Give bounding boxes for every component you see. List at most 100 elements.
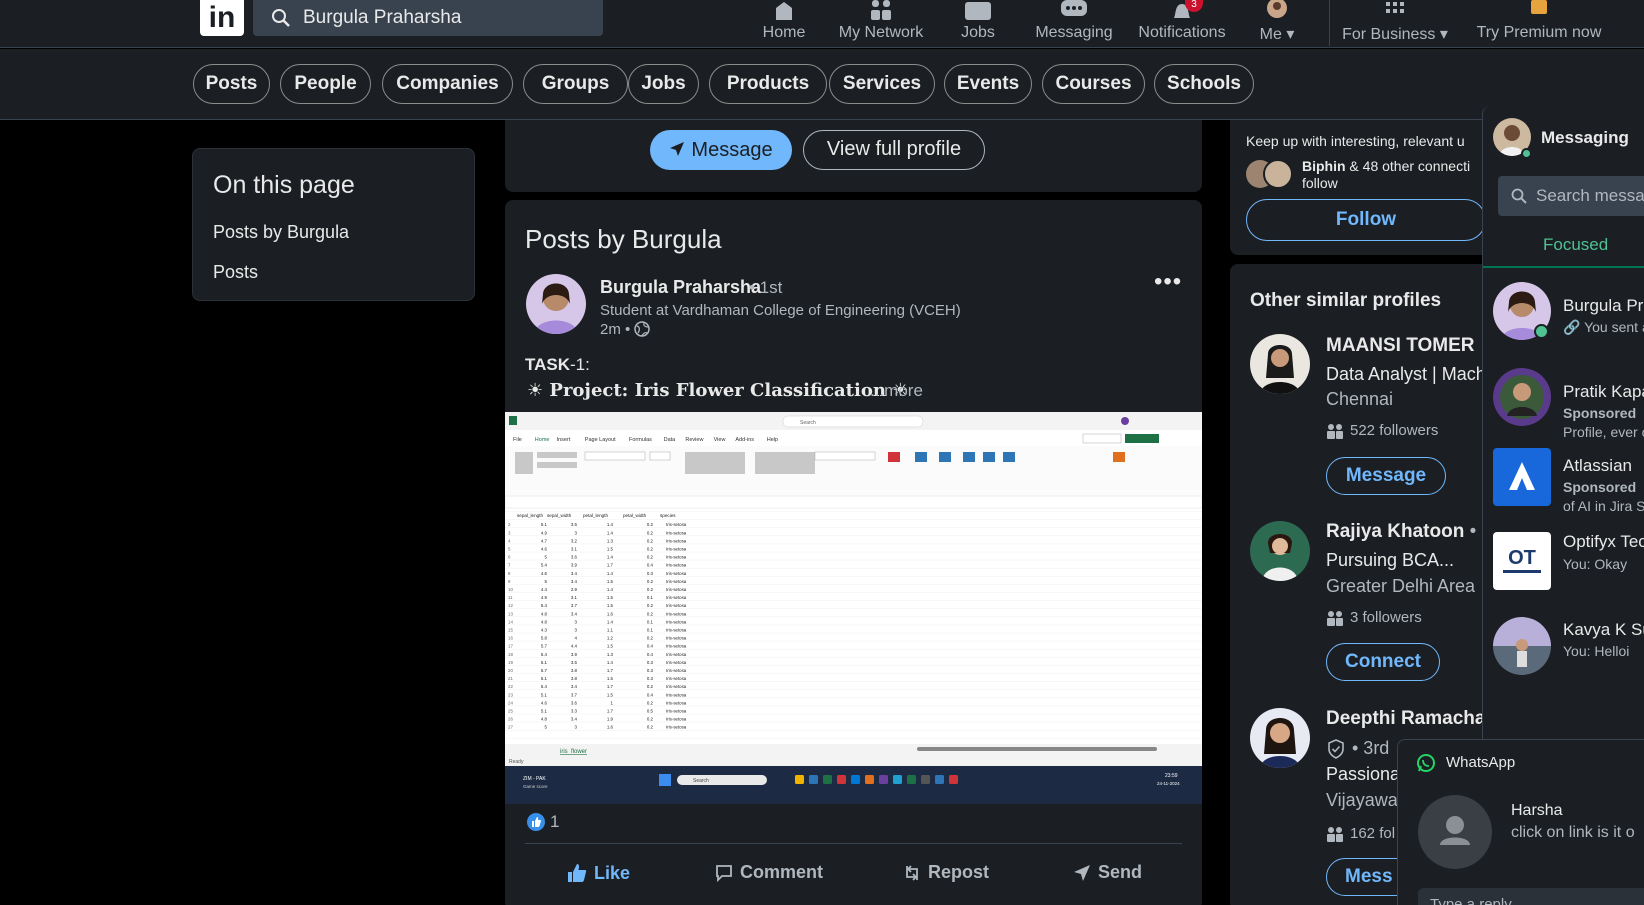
on-this-page-card: On this page Posts by Burgula Posts [192, 148, 475, 301]
sheet-cell: 0.2 [647, 684, 654, 689]
filter-posts[interactable]: Posts [193, 64, 270, 104]
on-this-page-title: On this page [213, 171, 355, 199]
sheet-cell: 0.1 [647, 619, 654, 624]
whatsapp-notification[interactable]: WhatsApp Harsha click on link is it o Ty… [1397, 739, 1644, 905]
nav-me[interactable]: Me ▾ [1254, 0, 1300, 46]
sheet-cell: 5 [545, 579, 548, 584]
global-search[interactable]: Burgula Praharsha [253, 0, 603, 36]
send-button[interactable]: Send [1072, 862, 1142, 883]
taskbar-app-icon [809, 775, 818, 784]
conversation-name[interactable]: Atlassian [1563, 456, 1632, 476]
conversation-name[interactable]: Optifyx Tec [1563, 532, 1644, 552]
filter-groups[interactable]: Groups [523, 64, 628, 104]
filter-people[interactable]: People [280, 64, 371, 104]
profile-avatar[interactable] [1250, 334, 1310, 394]
nav-me-label: Me ▾ [1259, 26, 1295, 43]
conversation-preview: Profile, ever c [1563, 424, 1644, 440]
sheet-cell: 1.9 [607, 717, 614, 722]
sheet-cell: 1.5 [607, 603, 614, 608]
profile-name[interactable]: MAANSI TOMER [1326, 335, 1474, 357]
whatsapp-sender: Harsha [1511, 802, 1563, 819]
taskbar-search: Search [693, 778, 709, 784]
nav-divider [1329, 0, 1330, 46]
nav-try-premium[interactable]: Try Premium now [1474, 0, 1604, 46]
nav-for-business[interactable]: For Business ▾ [1340, 0, 1450, 46]
nav-my-network[interactable]: My Network [836, 0, 926, 46]
sheet-cell: 3.7 [571, 692, 578, 697]
ribbon-tab: Add-ins [735, 437, 754, 443]
conversation-name[interactable]: Burgula Pra [1563, 296, 1644, 316]
filter-schools[interactable]: Schools [1154, 64, 1254, 104]
nav-home[interactable]: Home [752, 0, 816, 46]
author-avatar[interactable] [526, 274, 586, 334]
post-more-options-icon[interactable]: ••• [1154, 268, 1182, 296]
filter-services[interactable]: Services [829, 64, 935, 104]
sheet-cell: 0.4 [647, 563, 654, 568]
see-more-link[interactable]: ...more [870, 381, 923, 401]
sheet-cell: 0.3 [647, 676, 654, 681]
ribbon-tab: Formulas [629, 437, 652, 443]
sheet-tab: iris_flower [560, 749, 587, 755]
sheet-cell: 5 [545, 725, 548, 730]
like-button[interactable]: Like [566, 862, 630, 884]
comment-button[interactable]: Comment [714, 862, 823, 883]
profile-location: Chennai [1326, 389, 1394, 409]
optifyx-logo[interactable]: OT [1493, 532, 1551, 590]
nav-my-network-label: My Network [838, 24, 924, 41]
filter-events[interactable]: Events [944, 64, 1032, 104]
profile-name[interactable]: Deepthi Ramacha [1326, 708, 1485, 730]
sheet-cell: Iris-setosa [666, 522, 687, 527]
sheet-cell: 1.7 [607, 668, 614, 673]
mutual-connections[interactable]: Biphin & 48 other connecti [1302, 158, 1470, 174]
taskbar-app-icon [851, 775, 860, 784]
filter-jobs[interactable]: Jobs [628, 64, 699, 104]
home-icon [776, 2, 792, 20]
link-posts-by-burgula[interactable]: Posts by Burgula [213, 222, 349, 243]
sheet-cell: 5.1 [541, 522, 548, 527]
post-image-excel-screenshot[interactable]: Search File Home Insert Page Layout Formulas… [505, 412, 1202, 804]
follow-button[interactable]: Follow [1246, 199, 1486, 241]
sheet-cell: 1.5 [607, 579, 614, 584]
filter-courses[interactable]: Courses [1042, 64, 1145, 104]
view-full-profile-button[interactable]: View full profile [803, 130, 985, 170]
profile-name[interactable]: Rajiya Khatoon • [1326, 521, 1476, 543]
conversation-name[interactable]: Kavya K Su [1563, 620, 1644, 640]
profile-headline: Pursuing BCA... [1326, 550, 1455, 570]
atlassian-logo[interactable] [1493, 448, 1551, 506]
profile-message-button[interactable]: Message [1326, 457, 1446, 495]
search-input[interactable]: Burgula Praharsha [303, 7, 461, 29]
message-button[interactable]: Message [650, 130, 792, 170]
conversation-preview: 🔗 You sent a [1563, 319, 1644, 335]
profile-avatar[interactable] [1250, 708, 1310, 768]
messaging-title[interactable]: Messaging [1541, 128, 1629, 148]
post-time: 2m • [600, 321, 651, 338]
nav-jobs[interactable]: Jobs [948, 0, 1008, 46]
filter-companies[interactable]: Companies [382, 64, 513, 104]
whatsapp-reply-input[interactable]: Type a reply [1418, 888, 1644, 905]
nav-notifications[interactable]: Notifications [1132, 0, 1232, 46]
sheet-row-number: 12 [508, 603, 513, 608]
link-posts[interactable]: Posts [213, 262, 258, 283]
sheet-cell: 1.5 [607, 676, 614, 681]
profile-headline: Data Analyst | Machi [1326, 364, 1490, 384]
repost-button[interactable]: Repost [902, 862, 989, 883]
conversation-avatar[interactable] [1493, 617, 1551, 675]
chat-icon [1061, 0, 1087, 16]
reaction-summary[interactable]: 1 [526, 812, 559, 832]
sheet-row-number: 22 [508, 684, 513, 689]
nav-messaging[interactable]: Messaging [1034, 0, 1114, 46]
sheet-cell: 0.4 [647, 652, 654, 657]
sheet-row-number: 2 [508, 522, 511, 527]
people-icon [1327, 610, 1343, 626]
profile-connect-button[interactable]: Connect [1326, 643, 1440, 681]
post-author-name[interactable]: Burgula Praharsha [600, 277, 761, 298]
conversation-avatar[interactable] [1493, 368, 1551, 426]
sheet-cell: 5.4 [541, 603, 548, 608]
conversation-name[interactable]: Pratik Kapa [1563, 382, 1644, 402]
filter-products[interactable]: Products [709, 64, 827, 104]
nav-for-business-label: For Business ▾ [1342, 26, 1448, 43]
tab-focused[interactable]: Focused [1483, 222, 1644, 268]
linkedin-logo[interactable]: in [200, 0, 244, 36]
profile-avatar[interactable] [1250, 521, 1310, 581]
sheet-cell: 5.4 [541, 652, 548, 657]
